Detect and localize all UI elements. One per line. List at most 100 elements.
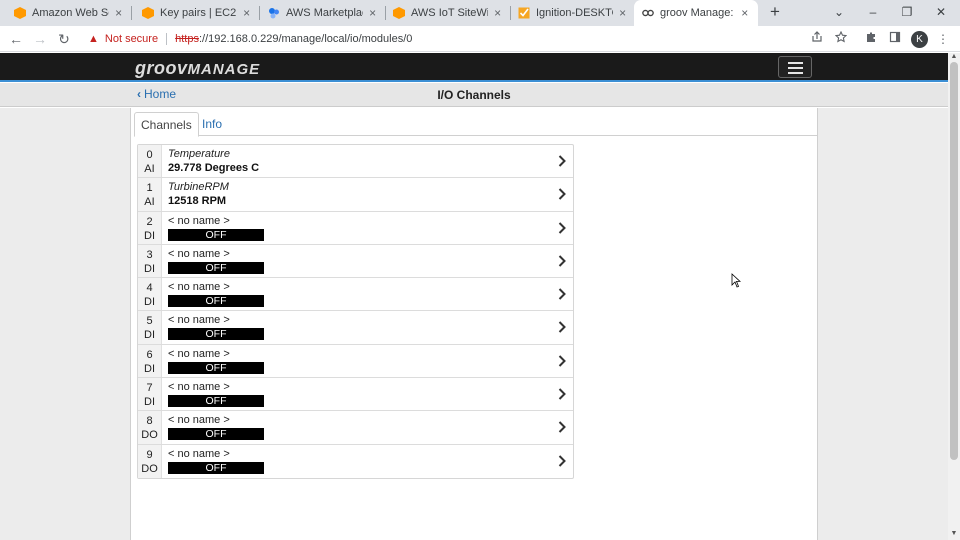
scroll-down-arrow-icon[interactable]: ▼ <box>949 530 959 539</box>
chevron-right-icon[interactable] <box>557 254 567 268</box>
tab-separator <box>131 6 132 20</box>
chevron-right-icon[interactable] <box>557 221 567 235</box>
ignition-check-icon <box>518 7 530 19</box>
channel-row[interactable]: 8 DO < no name > OFF <box>138 411 573 445</box>
channel-name: < no name > <box>168 247 230 260</box>
channel-index: 8 DO <box>138 411 162 444</box>
browser-tab[interactable]: groov Manage: I/O × <box>634 0 758 26</box>
browser-tab-title: AWS IoT SiteWise <box>411 7 489 19</box>
warning-triangle-icon: ▲ <box>88 33 99 45</box>
profile-avatar[interactable]: K <box>911 31 928 48</box>
channel-row[interactable]: 5 DI < no name > OFF <box>138 311 573 345</box>
browser-tab[interactable]: AWS IoT SiteWise× <box>385 0 511 26</box>
channel-state-badge: OFF <box>168 328 264 341</box>
tab-channels[interactable]: Channels <box>134 112 199 137</box>
new-tab-button[interactable]: + <box>766 3 784 21</box>
bookmark-star-icon[interactable] <box>831 29 851 49</box>
channel-number: 0 <box>146 149 153 161</box>
browser-tab[interactable]: Amazon Web Servi × <box>6 0 132 26</box>
hamburger-menu-button[interactable] <box>778 56 812 78</box>
close-window-button[interactable]: ✕ <box>924 0 958 26</box>
close-tab-icon[interactable]: × <box>113 6 124 20</box>
reload-button[interactable]: ↻ <box>54 29 74 49</box>
channel-type: DI <box>144 396 155 409</box>
chevron-left-icon: ‹ <box>137 87 141 101</box>
tab-search-button[interactable]: ⌄ <box>822 0 856 26</box>
channel-type: AI <box>144 196 155 209</box>
close-tab-icon[interactable]: × <box>492 6 503 20</box>
channel-row[interactable]: 0 AI Temperature 29.778 Degrees C <box>138 145 573 179</box>
address-bar[interactable]: ▲ Not secure https ://192.168.0.229/mana… <box>80 29 800 49</box>
channel-type: AI <box>144 163 155 175</box>
close-tab-icon[interactable]: × <box>617 6 628 20</box>
minimize-button[interactable]: – <box>856 0 890 26</box>
security-status[interactable]: Not secure <box>105 33 158 45</box>
browser-tab-title: AWS Marketplace: c <box>286 7 363 19</box>
channel-row[interactable]: 9 DO < no name > OFF <box>138 444 573 478</box>
channel-type: DI <box>144 229 155 242</box>
channel-index: 9 DO <box>138 444 162 478</box>
forward-button[interactable]: → <box>30 29 50 49</box>
channel-list: 0 AI Temperature 29.778 Degrees C 1 AI Turbine… <box>137 144 574 479</box>
channel-row[interactable]: 2 DI < no name > OFF <box>138 211 573 245</box>
url-text: ://192.168.0.229/manage/local/io/modules… <box>198 33 413 45</box>
close-tab-icon[interactable]: × <box>739 6 750 20</box>
extensions-puzzle-icon[interactable] <box>861 29 881 49</box>
aws-marketplace-icon <box>268 7 280 19</box>
back-button[interactable]: ← <box>6 29 26 49</box>
chevron-right-icon[interactable] <box>557 354 567 368</box>
channel-row[interactable]: 6 DI < no name > OFF <box>138 344 573 379</box>
channel-name: < no name > <box>168 414 230 427</box>
channel-index: 7 DI <box>138 378 162 411</box>
browser-tab[interactable]: AWS Marketplace: c × <box>260 0 386 26</box>
chevron-right-icon[interactable] <box>557 187 567 201</box>
chevron-right-icon[interactable] <box>557 420 567 434</box>
panel-tabs: Channels Info <box>134 112 817 137</box>
scrollbar-thumb[interactable] <box>950 62 958 460</box>
chevron-right-icon[interactable] <box>557 154 567 168</box>
channel-number: 2 <box>146 215 153 228</box>
close-tab-icon[interactable]: × <box>241 6 252 20</box>
url-scheme: https <box>175 33 199 45</box>
chevron-right-icon[interactable] <box>557 387 567 401</box>
channel-number: 9 <box>146 448 153 461</box>
close-tab-icon[interactable]: × <box>367 6 378 20</box>
channel-state-badge: OFF <box>168 261 264 274</box>
menu-bar-icon <box>788 72 803 74</box>
channel-name: < no name > <box>168 281 230 294</box>
scroll-up-arrow-icon[interactable]: ▲ <box>949 53 959 62</box>
channel-state-badge: OFF <box>168 461 264 474</box>
url-divider <box>166 33 168 45</box>
browser-tab-title: Key pairs | EC2 Man <box>160 7 237 19</box>
browser-tab-title: Amazon Web Servi <box>32 7 109 19</box>
app-header: groovMANAGE <box>0 53 948 82</box>
channel-value: 29.778 Degrees C <box>168 162 260 174</box>
share-icon[interactable] <box>807 29 827 49</box>
channel-index: 1 AI <box>138 178 162 211</box>
channel-row[interactable]: 4 DI < no name > OFF <box>138 278 573 312</box>
side-panel-icon[interactable] <box>885 29 905 49</box>
home-link[interactable]: ‹ Home <box>137 87 176 101</box>
browser-menu-icon[interactable]: ⋮ <box>933 29 953 49</box>
menu-bar-icon <box>788 67 803 69</box>
channel-row[interactable]: 3 DI < no name > OFF <box>138 244 573 279</box>
browser-tab[interactable]: Key pairs | EC2 Man × <box>134 0 260 26</box>
channel-type: DI <box>144 362 155 375</box>
restore-button[interactable]: ❐ <box>890 0 924 26</box>
channel-type: DO <box>141 462 158 475</box>
home-link-label: Home <box>144 87 177 101</box>
channel-state-badge: OFF <box>168 295 264 308</box>
channel-row[interactable]: 1 AI TurbineRPM 12518 RPM <box>138 178 573 212</box>
chevron-right-icon[interactable] <box>557 287 567 301</box>
page-subheader: I/O Channels ‹ Home <box>0 83 948 107</box>
channel-index: 5 DI <box>138 311 162 344</box>
chevron-right-icon[interactable] <box>557 454 567 468</box>
tab-info[interactable]: Info <box>196 112 228 137</box>
channel-row[interactable]: 7 DI < no name > OFF <box>138 378 573 412</box>
browser-tab-title: Ignition-DESKTOP- <box>536 7 613 19</box>
browser-tab[interactable]: Ignition-DESKTOP- × <box>510 0 636 26</box>
channel-value: 12518 RPM <box>168 195 227 208</box>
browser-tab-title: groov Manage: I/O <box>660 7 735 19</box>
channel-name: TurbineRPM <box>168 181 229 194</box>
chevron-right-icon[interactable] <box>557 320 567 334</box>
